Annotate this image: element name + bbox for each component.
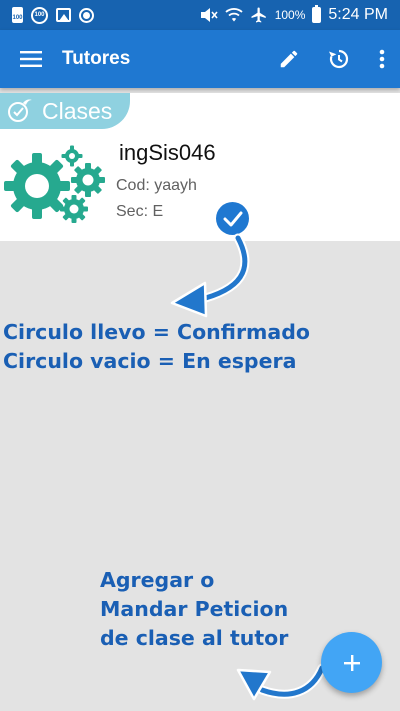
edit-button[interactable]	[264, 30, 314, 88]
section-header: Clases	[0, 93, 130, 129]
gears-icon	[4, 145, 105, 223]
page-title: Tutores	[62, 48, 131, 69]
add-class-button[interactable]	[321, 632, 382, 693]
system-icons: 100% 5:24 PM	[200, 5, 400, 24]
fab-hint-line-3: de clase al tutor	[100, 626, 289, 650]
check-icon	[223, 211, 242, 226]
class-code: Cod: yaayh	[116, 177, 197, 195]
history-icon	[329, 49, 349, 69]
class-card[interactable]: Clases ingSis046 Cod: yaayh Sec: E	[0, 93, 400, 241]
edit-icon	[280, 50, 298, 68]
clock: 5:24 PM	[328, 6, 388, 23]
status-legend-confirmed: Circulo llevo = Confirmado	[3, 320, 311, 344]
status-legend-pending: Circulo vacio = En espera	[3, 349, 297, 373]
class-section-label: Sec:	[116, 203, 149, 220]
class-name: ingSis046	[119, 140, 216, 165]
confirmed-status-indicator	[216, 202, 249, 235]
status-bar: 100 100 100% 5:24 PM	[0, 0, 400, 30]
fab-arrow-icon	[236, 663, 327, 701]
class-section-value: E	[152, 203, 164, 220]
class-code-value: yaayh	[154, 177, 197, 194]
battery-icon	[312, 5, 322, 23]
app-bar: Tutores	[0, 30, 400, 88]
app-bar-actions	[264, 30, 400, 88]
airplane-icon	[250, 6, 268, 24]
check-swoosh-icon	[8, 99, 32, 122]
menu-icon	[20, 51, 42, 67]
status-arrow-icon	[170, 233, 250, 318]
storage-100-icon: 100	[31, 6, 48, 24]
notification-icons: 100 100	[0, 6, 94, 24]
battery-percentage: 100%	[274, 8, 306, 22]
fab-hint: Agregar o Mandar Peticion de clase al tu…	[100, 566, 288, 653]
fab-hint-line-1: Agregar o	[100, 568, 215, 592]
battery-saver-icon: 100	[12, 7, 23, 23]
section-label: Clases	[42, 97, 113, 124]
more-options-button[interactable]	[364, 30, 400, 88]
history-button[interactable]	[314, 30, 364, 88]
mute-icon	[200, 7, 218, 23]
fab-hint-line-2: Mandar Peticion	[100, 597, 289, 621]
wifi-icon	[225, 7, 243, 23]
plus-icon	[343, 654, 360, 671]
menu-button[interactable]	[0, 30, 62, 88]
record-icon	[79, 7, 94, 23]
class-code-label: Cod:	[116, 177, 150, 194]
class-section: Sec: E	[116, 203, 163, 221]
status-legend: Circulo llevo = Confirmado Circulo vacio…	[3, 318, 310, 376]
image-icon	[56, 8, 71, 22]
more-vert-icon	[379, 49, 385, 69]
